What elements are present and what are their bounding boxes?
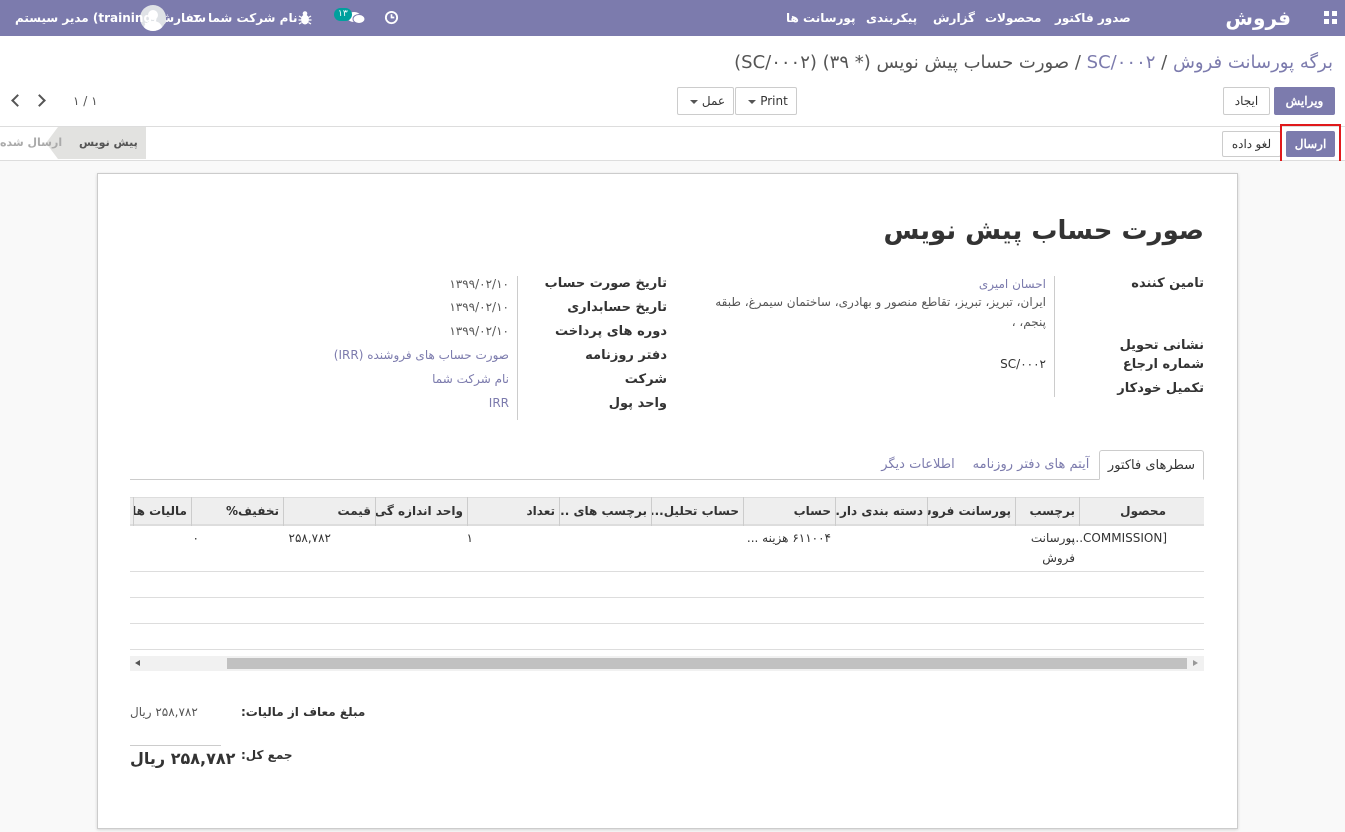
company-switcher[interactable]: نام شرکت شما <box>208 0 297 36</box>
journal-label: دفتر روزنامه <box>585 348 667 363</box>
action-caret-icon <box>689 99 698 104</box>
row-account[interactable]: ۶۱۱۰۰۴ هزینه ... <box>747 531 831 545</box>
currency-label: واحد پول <box>608 396 667 411</box>
pager-next-icon[interactable] <box>33 94 46 107</box>
untaxed-amount-value: ۲۵۸,۷۸۲ ریال <box>130 705 198 719</box>
col-product[interactable]: محصول <box>1079 497 1170 526</box>
messages-count-badge: ۱۳ <box>334 8 352 21</box>
breadcrumb: برگه پورسانت فروش / SC/۰۰۰۲ / صورت حساب … <box>734 52 1333 73</box>
debug-bug-icon[interactable] <box>298 10 312 26</box>
status-draft[interactable]: پیش نویس <box>79 127 138 159</box>
pager-prev-icon[interactable] <box>11 94 24 107</box>
activity-clock-icon[interactable] <box>384 10 399 25</box>
col-label[interactable]: برچسب <box>1015 497 1079 526</box>
total-value: ۲۵۸,۷۸۲ ریال <box>130 749 236 768</box>
col-uom[interactable]: واحد اندازه گی... <box>375 497 467 526</box>
row-divider <box>130 597 1204 598</box>
col-analytic-tags[interactable]: برچسب های ... <box>559 497 651 526</box>
col-account[interactable]: حساب <box>743 497 835 526</box>
action-label: عمل <box>701 94 726 108</box>
payment-terms-label: دوره های پرداخت <box>555 324 667 339</box>
accounting-date-value[interactable]: ۱۳۹۹/۰۲/۱۰ <box>449 300 509 314</box>
untaxed-amount-label: مبلغ معاف از مالیات: <box>241 705 366 719</box>
menu-configuration[interactable]: پیکربندی <box>866 0 917 36</box>
row-label-line1[interactable]: پورسانت <box>1031 531 1075 545</box>
total-label: جمع کل: <box>241 748 293 762</box>
menu-invoicing[interactable]: صدور فاکتور <box>1055 0 1131 36</box>
row-divider <box>130 571 1204 572</box>
top-navbar: فروش سفارش ها صدور فاکتور محصولات گزارش … <box>0 0 1345 36</box>
invoice-date-value[interactable]: ۱۳۹۹/۰۲/۱۰ <box>449 277 509 291</box>
scroll-right-arrow-icon[interactable] <box>1193 660 1198 666</box>
row-price[interactable]: ۲۵۸,۷۸۲ <box>289 531 332 545</box>
col-analytic-account[interactable]: حساب تحلیل... <box>651 497 743 526</box>
menu-reporting[interactable]: گزارش <box>933 0 975 36</box>
vendor-label: تامین کننده <box>1131 276 1204 291</box>
date-field-border <box>517 276 518 420</box>
vendor-field-border <box>1054 276 1055 397</box>
breadcrumb-current: صورت حساب پیش نویس (* ۳۹) (SC/۰۰۰۲) <box>734 52 1070 73</box>
auto-complete-label: تکمیل خودکار <box>1117 381 1204 396</box>
col-quantity[interactable]: تعداد <box>467 497 559 526</box>
reference-label: شماره ارجاع <box>1122 357 1204 372</box>
row-label-line2[interactable]: فروش <box>1042 551 1075 565</box>
row-divider <box>130 649 1204 650</box>
currency-value[interactable]: IRR <box>489 396 509 410</box>
highlight-frame <box>1280 124 1341 166</box>
row-product[interactable]: [COMMISSION... <box>1072 531 1167 545</box>
print-caret-icon <box>748 99 757 104</box>
statusbar <box>0 127 1345 161</box>
status-sent[interactable]: ارسال شده <box>0 127 62 159</box>
company-value[interactable]: نام شرکت شما <box>432 372 509 386</box>
company-label: شرکت <box>624 372 667 387</box>
delivery-address-label: نشانی تحویل <box>1119 338 1204 353</box>
cancel-entry-button[interactable]: لغو داده <box>1222 131 1281 157</box>
invoice-date-label: تاریخ صورت حساب <box>544 276 667 291</box>
col-discount[interactable]: تخفیف% <box>191 497 283 526</box>
journal-value[interactable]: صورت حساب های فروشنده (IRR) <box>334 348 509 362</box>
app-brand[interactable]: فروش <box>1225 0 1291 36</box>
user-menu[interactable]: مدیر سیستم (training) <box>15 0 158 36</box>
col-price[interactable]: قیمت <box>283 497 375 526</box>
vendor-name[interactable]: احسان امیری <box>979 277 1046 291</box>
pager-value[interactable]: ۱ / ۱ <box>73 94 98 108</box>
breadcrumb-ref[interactable]: SC/۰۰۰۲ <box>1087 52 1156 73</box>
tab-other-info[interactable]: اطلاعات دیگر <box>873 450 963 480</box>
action-dropdown[interactable]: عمل <box>677 87 734 115</box>
vendor-address-line1: ایران، تبریز، تبریز، تقاطع منصور و بهادر… <box>715 295 1046 309</box>
row-divider <box>130 623 1204 624</box>
tab-journal-items[interactable]: آیتم های دفتر روزنامه <box>966 450 1096 480</box>
reference-value[interactable]: SC/۰۰۰۲ <box>1000 357 1046 371</box>
row-discount[interactable]: ۰ <box>193 531 199 545</box>
scrollbar-thumb[interactable] <box>227 658 1187 669</box>
accounting-date-label: تاریخ حسابداری <box>567 300 667 315</box>
edit-button[interactable]: ویرایش <box>1274 87 1335 115</box>
col-sales-commission[interactable]: پورسانت فروش <box>927 497 1015 526</box>
company-caret-icon <box>193 15 201 19</box>
menu-commissions[interactable]: پورسانت ها <box>786 0 855 36</box>
col-taxes[interactable]: مالیات ها <box>133 497 191 526</box>
menu-products[interactable]: محصولات <box>985 0 1041 36</box>
tab-invoice-lines[interactable]: سطرهای فاکتور <box>1099 450 1204 480</box>
breadcrumb-root[interactable]: برگه پورسانت فروش <box>1173 52 1333 73</box>
apps-grid-icon[interactable] <box>1324 11 1338 25</box>
row-quantity[interactable]: ۱ <box>467 531 473 545</box>
scroll-left-arrow-icon[interactable] <box>135 660 140 666</box>
payment-terms-value[interactable]: ۱۳۹۹/۰۲/۱۰ <box>449 324 509 338</box>
vendor-address-line2: پنجم، ، <box>1011 315 1046 329</box>
print-label: Print <box>760 94 788 108</box>
create-button[interactable]: ایجاد <box>1223 87 1270 115</box>
form-title: صورت حساب پیش نویس <box>883 216 1204 246</box>
total-separator <box>130 745 221 746</box>
col-asset-category[interactable]: دسته بندی دار... <box>835 497 927 526</box>
print-dropdown[interactable]: Print <box>735 87 797 115</box>
